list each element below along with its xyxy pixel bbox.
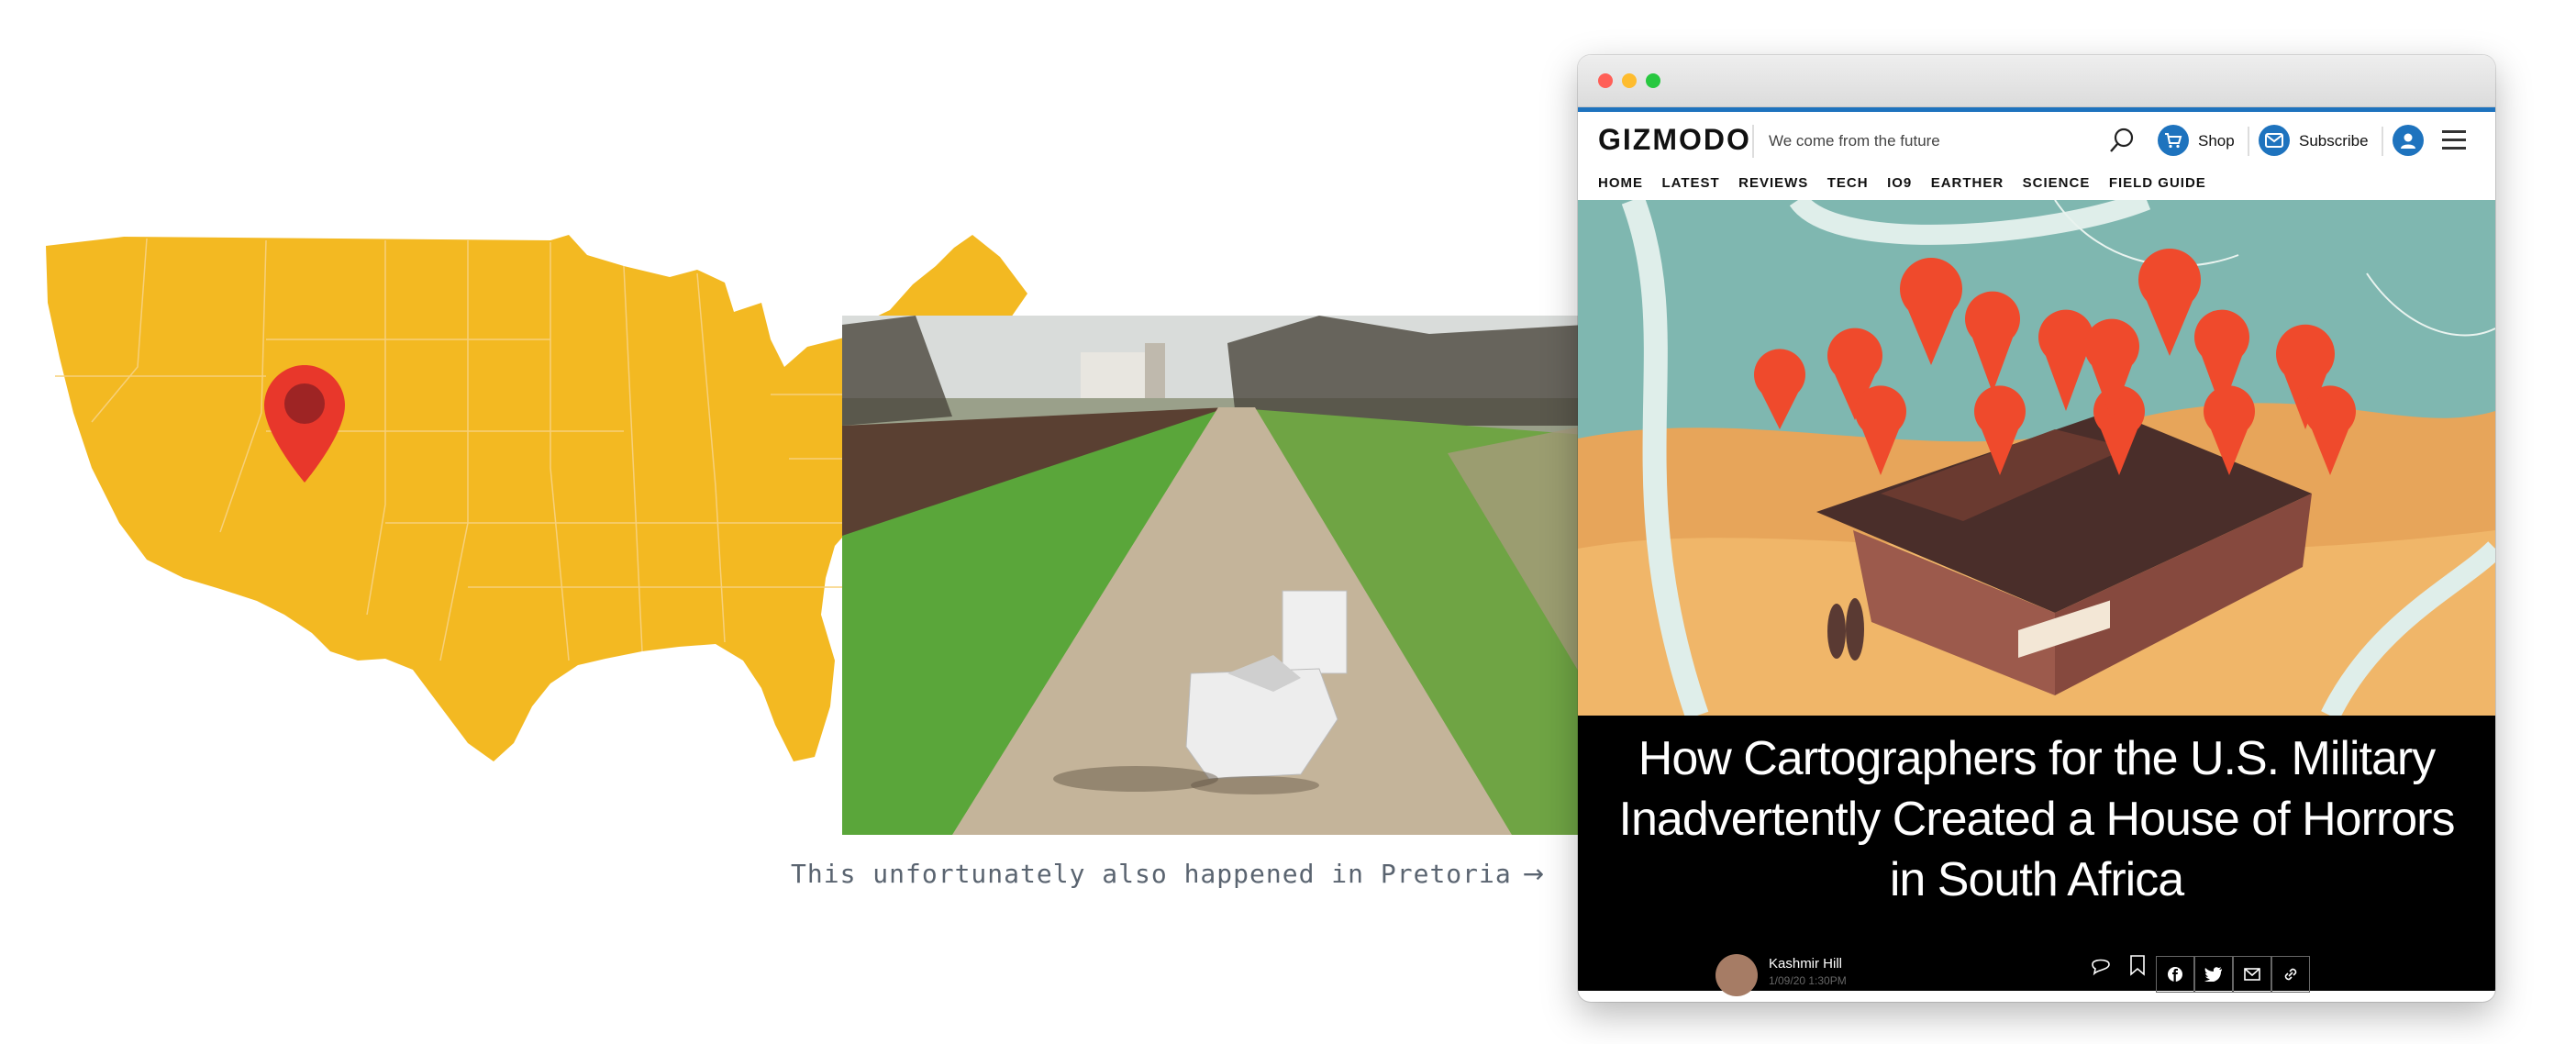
caption: This unfortunately also happened in Pret…	[791, 859, 1580, 899]
search-icon[interactable]	[2108, 127, 2136, 154]
cart-icon[interactable]	[2158, 125, 2189, 156]
road-photo	[842, 316, 1585, 835]
nav-item-reviews[interactable]: REVIEWS	[1738, 167, 1808, 200]
subscribe-link[interactable]: Subscribe	[2299, 132, 2369, 150]
header-divider	[2248, 127, 2249, 156]
main-nav: HOME LATEST REVIEWS TECH IO9 EARTHER SCI…	[1578, 167, 2495, 200]
caption-text: This unfortunately also happened in Pret…	[791, 859, 1512, 889]
window-titlebar	[1578, 55, 2495, 107]
window-minimize-button[interactable]	[1622, 73, 1637, 88]
nav-item-home[interactable]: HOME	[1598, 167, 1643, 200]
browser-window: GIZMODO We come from the future Shop Sub…	[1578, 55, 2495, 1002]
hero-illustration[interactable]	[1578, 200, 2495, 716]
menu-icon[interactable]	[2442, 130, 2466, 150]
road-photo-image	[842, 316, 1585, 835]
window-close-button[interactable]	[1598, 73, 1613, 88]
mail-icon[interactable]	[2259, 125, 2290, 156]
header-divider	[2382, 127, 2383, 156]
nav-item-field-guide[interactable]: FIELD GUIDE	[2109, 167, 2206, 200]
logo-divider	[1752, 125, 1754, 158]
window-maximize-button[interactable]	[1646, 73, 1660, 88]
author-name[interactable]: Kashmir Hill	[1769, 956, 1842, 972]
article-byline: Kashmir Hill 1/09/20 1:30PM	[1715, 954, 2358, 996]
nav-item-latest[interactable]: LATEST	[1661, 167, 1719, 200]
article-date: 1/09/20 1:30PM	[1769, 974, 1847, 987]
arrow-right-icon: →	[1522, 859, 1546, 889]
twitter-icon[interactable]	[2194, 956, 2233, 993]
site-header: GIZMODO We come from the future Shop Sub…	[1578, 112, 2495, 167]
bookmark-icon[interactable]	[2128, 954, 2147, 976]
user-icon[interactable]	[2393, 125, 2424, 156]
link-icon[interactable]	[2271, 956, 2310, 993]
author-avatar[interactable]	[1715, 954, 1758, 996]
nav-item-tech[interactable]: TECH	[1827, 167, 1869, 200]
site-logo[interactable]: GIZMODO	[1598, 123, 1751, 157]
article-header: How Cartographers for the U.S. Military …	[1578, 716, 2495, 996]
nav-item-science[interactable]: SCIENCE	[2023, 167, 2091, 200]
comment-icon[interactable]	[2090, 954, 2112, 976]
site-tagline: We come from the future	[1769, 132, 1940, 150]
shop-link[interactable]: Shop	[2198, 132, 2235, 150]
nav-item-earther[interactable]: EARTHER	[1931, 167, 2004, 200]
mail-icon[interactable]	[2233, 956, 2271, 993]
nav-item-io9[interactable]: IO9	[1887, 167, 1912, 200]
article-headline[interactable]: How Cartographers for the U.S. Military …	[1605, 728, 2468, 910]
facebook-icon[interactable]	[2156, 956, 2194, 993]
hero-image	[1578, 200, 2495, 716]
